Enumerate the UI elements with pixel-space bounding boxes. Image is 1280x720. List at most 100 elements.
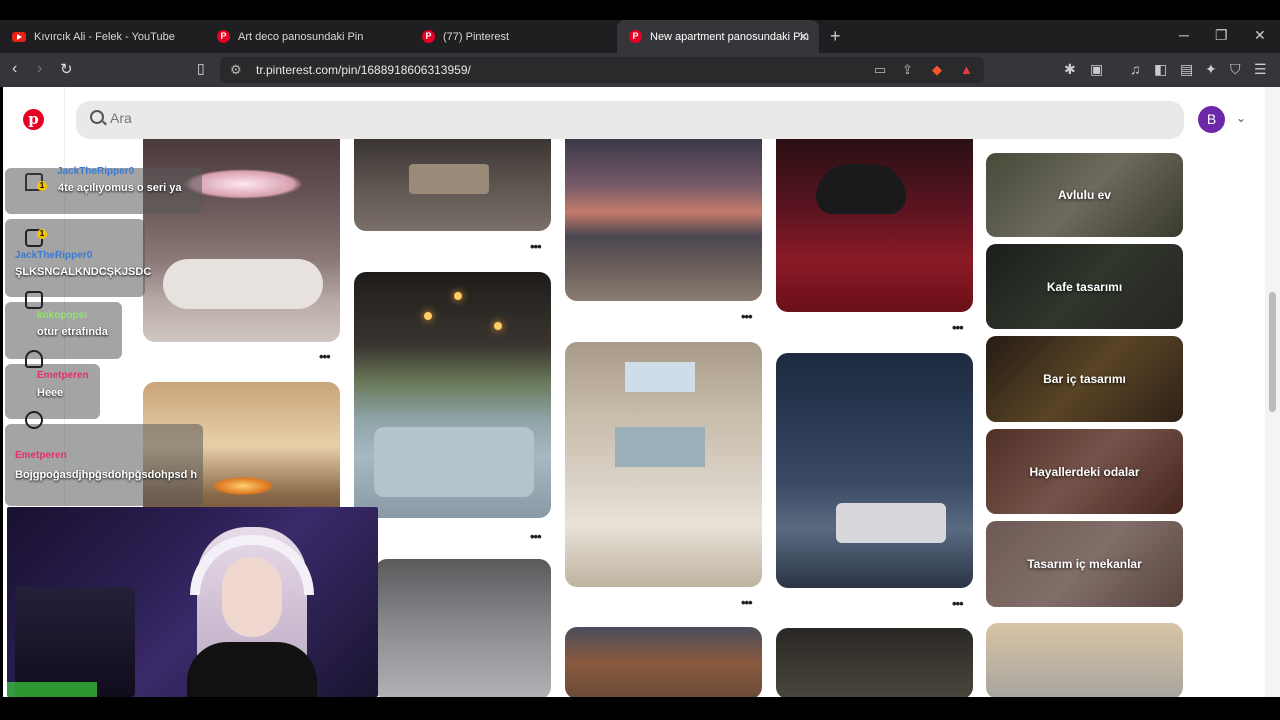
tab-title: Kıvırcık Ali - Felek - YouTube [34, 30, 175, 43]
board-title: Hayallerdeki odalar [1029, 464, 1140, 479]
search-input[interactable] [110, 110, 710, 126]
pin-detail [213, 477, 273, 495]
pinterest-icon [422, 30, 435, 43]
streamer-shirt [187, 642, 317, 697]
share-icon[interactable]: ⇪ [902, 62, 913, 78]
close-tab-icon[interactable]: ✕ [798, 29, 809, 45]
pin-image[interactable] [986, 623, 1183, 697]
tab-strip: Kıvırcık Ali - Felek - YouTube Art deco … [0, 20, 1280, 53]
chat-username: Emetperen [15, 450, 67, 461]
minimize-icon[interactable]: ─ [1179, 27, 1189, 43]
pin-more-button[interactable]: ••• [530, 239, 542, 254]
search-bar[interactable] [76, 101, 1184, 139]
chat-text: otur etrafında [37, 326, 108, 338]
extensions-icon[interactable]: ✱ [1064, 61, 1076, 78]
pin-more-button[interactable]: ••• [741, 595, 753, 610]
create-icon[interactable] [25, 291, 43, 309]
sidebar-icon[interactable]: ◧ [1154, 61, 1167, 78]
board-card[interactable]: Bar iç tasarımı [986, 336, 1183, 422]
brave-rewards-icon[interactable]: ▲ [960, 62, 973, 77]
wallet-icon[interactable]: ▤ [1180, 61, 1193, 78]
chevron-down-icon[interactable]: ⌄ [1236, 111, 1246, 125]
pin-more-button[interactable]: ••• [952, 596, 964, 611]
site-settings-icon[interactable]: ⚙ [230, 62, 242, 78]
pin-image[interactable] [776, 353, 973, 588]
new-tab-button[interactable]: + [830, 26, 841, 47]
webcam-shelf [15, 587, 135, 697]
webcam-light [7, 682, 97, 697]
chat-message: kokopopsi otur etrafında [5, 302, 122, 359]
tab-new-apartment[interactable]: New apartment panosundaki Pin ✕ [617, 20, 819, 53]
chat-text: Bojgpoğasdjhpğsdohpğsdohpsd h [15, 469, 198, 481]
pin-image[interactable] [565, 342, 762, 587]
back-icon[interactable]: ‹ [12, 60, 17, 78]
leo-ai-icon[interactable]: ✦ [1205, 61, 1217, 78]
notification-badge: 1 [37, 229, 47, 239]
pinterest-logo-icon[interactable]: p [23, 109, 44, 130]
board-title: Kafe tasarımı [1046, 279, 1123, 294]
tab-title: (77) Pinterest [443, 30, 510, 43]
tab-youtube[interactable]: Kıvırcık Ali - Felek - YouTube [0, 20, 205, 53]
navigation-bar: ‹ › ↻ ▯ ⚙ tr.pinterest.com/pin/168891860… [0, 53, 1280, 87]
pin-detail [816, 164, 906, 214]
pin-detail [494, 322, 502, 330]
pin-image[interactable] [776, 139, 973, 312]
address-bar[interactable]: ⚙ tr.pinterest.com/pin/1688918606313959/… [220, 57, 984, 83]
pin-more-button[interactable]: ••• [319, 349, 331, 364]
pin-detail [424, 312, 432, 320]
chat-text: 4te açılıyomus o seri ya [58, 182, 182, 194]
pin-detail [454, 292, 462, 300]
board-card[interactable]: Kafe tasarımı [986, 244, 1183, 329]
screenshot-icon[interactable]: ▣ [1090, 61, 1103, 78]
pinterest-icon [217, 30, 230, 43]
chat-username: JackTheRipper0 [15, 250, 93, 261]
pin-detail [374, 427, 534, 497]
board-card[interactable]: Hayallerdeki odalar [986, 429, 1183, 514]
chat-text: Heee [37, 387, 64, 399]
avatar[interactable]: B [1198, 106, 1225, 133]
pin-more-button[interactable]: ••• [530, 529, 542, 544]
pin-detail [625, 362, 695, 392]
board-title: Tasarım iç mekanlar [1027, 557, 1142, 571]
forward-icon[interactable]: › [37, 60, 42, 78]
pin-detail [409, 164, 489, 194]
tab-title: New apartment panosundaki Pin [650, 30, 809, 43]
board-card[interactable]: Tasarım iç mekanlar [986, 521, 1183, 607]
search-icon [90, 110, 104, 124]
pin-image[interactable] [354, 272, 551, 518]
messages-icon[interactable] [25, 411, 43, 429]
pinterest-icon [629, 30, 642, 43]
chat-username: Emetperen [37, 370, 89, 381]
pin-image[interactable] [565, 627, 762, 697]
url-text: tr.pinterest.com/pin/1688918606313959/ [256, 63, 471, 77]
screen: Kıvırcık Ali - Felek - YouTube Art deco … [0, 0, 1280, 720]
board-title: Avlulu ev [1058, 188, 1111, 202]
bookmark-icon[interactable]: ▯ [197, 60, 205, 77]
chat-message: Emetperen Bojgpoğasdjhpğsdohpğsdohpsd h [5, 424, 203, 506]
pin-image[interactable] [375, 559, 551, 697]
tab-pinterest-home[interactable]: (77) Pinterest [410, 20, 617, 53]
chat-username: JackTheRipper0 [57, 166, 135, 177]
window-close-icon[interactable]: ✕ [1254, 27, 1266, 44]
page-scrollbar[interactable] [1265, 87, 1280, 697]
cast-icon[interactable]: ▭ [874, 62, 886, 78]
tab-art-deco[interactable]: Art deco panosundaki Pin [205, 20, 410, 53]
vpn-icon[interactable]: ⛉ [1230, 61, 1241, 78]
notification-badge: 1 [37, 181, 47, 191]
pin-image[interactable] [565, 139, 762, 301]
pin-image[interactable] [776, 628, 973, 697]
chat-text: ŞLKSNCALKNDCŞKJSDC [15, 266, 152, 278]
bell-icon[interactable] [25, 350, 43, 368]
reload-icon[interactable]: ↻ [60, 60, 73, 78]
pin-more-button[interactable]: ••• [741, 309, 753, 324]
board-card[interactable]: Avlulu ev [986, 153, 1183, 237]
restore-icon[interactable]: ❐ [1215, 27, 1228, 44]
pin-image[interactable] [354, 139, 551, 231]
media-icon[interactable]: ♫ [1130, 61, 1141, 77]
brave-shields-icon[interactable]: ◆ [932, 62, 942, 78]
chat-message: Emetperen Heee [5, 364, 100, 419]
pin-more-button[interactable]: ••• [952, 320, 964, 335]
streamer-webcam [7, 507, 378, 697]
menu-icon[interactable]: ☰ [1254, 61, 1267, 78]
scrollbar-thumb[interactable] [1269, 292, 1276, 412]
